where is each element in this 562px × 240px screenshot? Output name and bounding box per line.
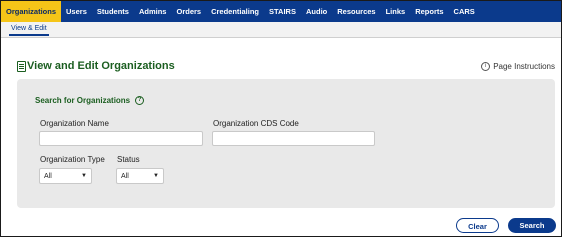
- org-cds-input[interactable]: [212, 131, 375, 146]
- chevron-down-icon: ▼: [81, 173, 87, 179]
- nav-admins[interactable]: Admins: [134, 1, 172, 22]
- nav-credentialing[interactable]: Credentialing: [206, 1, 264, 22]
- nav-cars[interactable]: CARS: [449, 1, 480, 22]
- search-panel-title: Search for Organizations ?: [35, 96, 145, 105]
- tab-view-edit[interactable]: View & Edit: [9, 24, 49, 36]
- document-icon: [17, 61, 26, 72]
- status-value: All: [121, 172, 129, 180]
- nav-orders[interactable]: Orders: [171, 1, 206, 22]
- nav-links[interactable]: Links: [381, 1, 411, 22]
- nav-audio[interactable]: Audio: [301, 1, 332, 22]
- status-select[interactable]: All ▼: [116, 168, 164, 184]
- nav-users[interactable]: Users: [61, 1, 92, 22]
- org-type-value: All: [44, 172, 52, 180]
- top-nav: Organizations Users Students Admins Orde…: [1, 1, 561, 22]
- page-instructions-label: Page Instructions: [493, 62, 555, 71]
- app-window: Organizations Users Students Admins Orde…: [0, 0, 562, 237]
- search-button[interactable]: Search: [508, 218, 556, 233]
- org-cds-label: Organization CDS Code: [213, 119, 299, 128]
- nav-organizations[interactable]: Organizations: [1, 1, 62, 22]
- search-panel-title-text: Search for Organizations: [35, 96, 131, 105]
- status-label: Status: [117, 155, 140, 164]
- search-panel: Search for Organizations ? Organization …: [17, 79, 555, 208]
- nav-stairs[interactable]: STAIRS: [264, 1, 301, 22]
- clear-button[interactable]: Clear: [456, 218, 499, 233]
- sub-nav: View & Edit: [1, 22, 561, 38]
- info-icon: i: [481, 62, 491, 71]
- org-type-select[interactable]: All ▼: [39, 168, 92, 184]
- nav-students[interactable]: Students: [92, 1, 134, 22]
- nav-reports[interactable]: Reports: [410, 1, 448, 22]
- org-type-label: Organization Type: [40, 155, 105, 164]
- org-name-input[interactable]: [39, 131, 203, 146]
- page-instructions-link[interactable]: i Page Instructions: [481, 62, 555, 71]
- help-icon[interactable]: ?: [135, 96, 145, 105]
- nav-resources[interactable]: Resources: [332, 1, 380, 22]
- page-title: View and Edit Organizations: [27, 60, 175, 72]
- org-name-label: Organization Name: [40, 119, 109, 128]
- chevron-down-icon: ▼: [153, 173, 159, 179]
